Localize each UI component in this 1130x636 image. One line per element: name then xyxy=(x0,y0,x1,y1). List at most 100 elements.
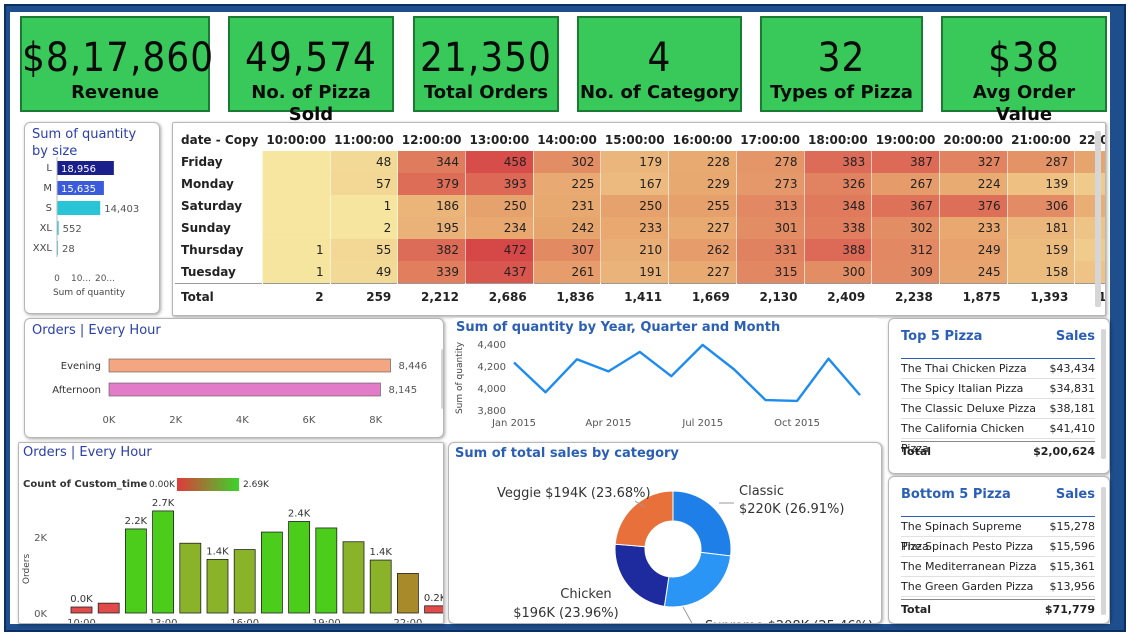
matrix-column-header[interactable]: 16:00:00 xyxy=(669,129,737,151)
matrix-scrollbar[interactable] xyxy=(1095,131,1101,307)
orders-column-svg[interactable]: Count of Custom_time 0.00K 2.69K Orders 0K 2K… xyxy=(19,463,444,624)
category-donut-panel[interactable]: Sum of total sales by category Classic $2… xyxy=(448,442,882,624)
matrix-row-label: Friday xyxy=(175,151,263,173)
matrix-corner-header[interactable]: date - Copy xyxy=(175,129,262,151)
matrix-column-header[interactable]: 22:00:00 xyxy=(1075,129,1105,151)
table-row[interactable]: Tuesday 1 49 339 437 261 191 227 315 300 309 245 158… xyxy=(175,261,1105,283)
orders-col-bar xyxy=(125,528,147,614)
matrix-cell: 224 xyxy=(939,173,1008,195)
orders-hbar-scrollbar[interactable] xyxy=(441,349,443,409)
matrix-cell: 98 xyxy=(1074,239,1105,261)
top5-scrollbar[interactable] xyxy=(1101,329,1106,459)
top5-sales-header[interactable]: Sales xyxy=(1056,329,1095,344)
heatmap-matrix-panel[interactable]: date - Copy 10:00:00 11:00:00 12:00:00 13:00… xyxy=(172,122,1106,316)
orders-hbar-svg[interactable]: Evening 8,446 Afternoon 8,145 0K 2K 4K 6K 8K xyxy=(25,339,444,438)
matrix-column-header[interactable]: 21:00:00 xyxy=(1007,129,1075,151)
bottom5-scrollbar[interactable] xyxy=(1101,487,1106,615)
matrix-header-row: date - Copy 10:00:00 11:00:00 12:00:00 13:00… xyxy=(175,129,1105,151)
orders-column-panel[interactable]: Orders | Every Hour Count of Custom_time… xyxy=(18,442,444,624)
kpi-total-orders-label: Total Orders xyxy=(423,82,549,103)
bottom5-pizza-panel[interactable]: Bottom 5 Pizza Sales The Spinach Supreme… xyxy=(888,476,1110,624)
top5-row-name: The Thai Chicken Pizza xyxy=(901,362,1027,375)
top5-total-row: Total $2,00,624 xyxy=(901,441,1095,461)
matrix-column-header[interactable]: 18:00:00 xyxy=(804,129,872,151)
matrix-column-header[interactable]: 10:00:00 xyxy=(262,129,330,151)
size-chart-svg[interactable]: L 18,956 M 15,635 S 14,403 XL 552 XXL 28 0 10... 20.… xyxy=(25,157,160,314)
matrix-cell: 48 xyxy=(330,151,399,173)
table-row[interactable]: The Classic Deluxe Pizza $38,181 xyxy=(901,399,1095,419)
matrix-cell: 307 xyxy=(533,239,602,261)
table-row[interactable]: The Green Garden Pizza $13,956 xyxy=(901,577,1095,597)
table-row[interactable]: Saturday11862502312502553133483673763062… xyxy=(175,195,1105,217)
kpi-total-orders-card[interactable]: 21,350 Total Orders xyxy=(413,16,559,112)
bottom5-sales-header[interactable]: Sales xyxy=(1056,487,1095,502)
matrix-cell xyxy=(262,195,331,217)
matrix-cell: 229 xyxy=(668,173,737,195)
matrix-column-header[interactable]: 12:00:00 xyxy=(398,129,466,151)
orders-col-x-tick: 16:00 xyxy=(230,618,259,624)
matrix-column-header[interactable]: 11:00:00 xyxy=(330,129,398,151)
matrix-cell: 300 xyxy=(804,261,873,283)
table-row[interactable]: The California Chicken Pizza $41,410 xyxy=(901,419,1095,455)
size-x-tick: 10... xyxy=(71,274,91,284)
size-value-label: 552 xyxy=(63,224,82,235)
matrix-cell: 313 xyxy=(736,195,805,217)
table-row[interactable]: The Spinach Supreme Pizza $15,278 xyxy=(901,517,1095,553)
matrix-cell: 191 xyxy=(600,261,670,283)
matrix-cell: 338 xyxy=(804,217,873,239)
table-row[interactable]: The Thai Chicken Pizza $43,434 xyxy=(901,359,1095,379)
bottom5-row-name: The Spinach Pesto Pizza xyxy=(901,540,1034,553)
table-row[interactable]: The Spicy Italian Pizza $34,831 xyxy=(901,379,1095,399)
bottom5-table: Bottom 5 Pizza Sales The Spinach Supreme… xyxy=(901,487,1095,619)
matrix-column-header[interactable]: 14:00:00 xyxy=(533,129,601,151)
matrix-cell: 105 xyxy=(1074,173,1105,195)
bottom5-title[interactable]: Bottom 5 Pizza xyxy=(901,487,1011,502)
matrix-cell: 130 xyxy=(1074,261,1105,283)
orders-hbar-panel[interactable]: Orders | Every Hour Evening 8,446 Afternoo… xyxy=(24,318,444,438)
quantity-line-panel[interactable]: Sum of quantity by Year, Quarter and Mon… xyxy=(450,318,882,440)
size-value-label: 18,956 xyxy=(61,164,96,175)
bottom5-row-name: The Spinach Supreme Pizza xyxy=(901,520,1022,553)
orders-col-y-axis-label: Orders xyxy=(22,554,32,585)
kpi-pizza-types-label: Types of Pizza xyxy=(770,82,913,103)
table-row[interactable]: Monday 5737939322516722927332626722413910… xyxy=(175,173,1105,195)
line-x-tick: Apr 2015 xyxy=(585,418,631,429)
donut-label-supreme: Supreme $208K (25.46%) xyxy=(705,619,873,624)
matrix-total-row: Total 2 259 2,212 2,686 1,836 1,411 1,669 2,130 2… xyxy=(175,282,1105,311)
top5-total-value: $2,00,624 xyxy=(1033,445,1095,458)
table-row[interactable]: The Spinach Pesto Pizza $15,596 xyxy=(901,537,1095,557)
orders-col-bar xyxy=(152,510,175,614)
orders-col-x-tick: 19:00 xyxy=(312,618,341,624)
top5-pizza-panel[interactable]: Top 5 Pizza Sales The Thai Chicken Pizza… xyxy=(888,318,1110,474)
kpi-category-card[interactable]: 4 No. of Category xyxy=(577,16,742,112)
orders-col-bar xyxy=(97,602,120,614)
matrix-column-header[interactable]: 13:00:00 xyxy=(465,129,533,151)
size-chart-panel[interactable]: Sum of quantity by size L 18,956 M 15,635 S 1… xyxy=(24,122,160,314)
quantity-line-svg[interactable]: Sum of quantity 4,400 4,200 4,000 3,800Jan 2… xyxy=(450,336,882,440)
kpi-pizza-sold-card[interactable]: 49,574 No. of Pizza Sold xyxy=(228,16,394,125)
matrix-cell: 186 xyxy=(397,195,466,217)
size-value-label: 28 xyxy=(62,244,75,255)
matrix-column-header[interactable]: 15:00:00 xyxy=(601,129,669,151)
bottom5-header: Bottom 5 Pizza Sales xyxy=(901,487,1095,517)
kpi-avg-order-card[interactable]: $38 Avg Order Value xyxy=(941,16,1107,125)
table-row[interactable]: The Mediterranean Pizza $15,361 xyxy=(901,557,1095,577)
matrix-column-header[interactable]: 19:00:00 xyxy=(872,129,940,151)
top5-row-sales: $38,181 xyxy=(1049,402,1096,415)
table-row[interactable]: Sunday2195234242233227301338302233181126… xyxy=(175,217,1105,239)
table-row[interactable]: Thursday 1 55 382 472 307 210 262 331 388 312 249 15… xyxy=(175,239,1105,261)
matrix-cell: 273 xyxy=(736,173,805,195)
matrix-cell: 383 xyxy=(804,151,873,173)
matrix-column-header[interactable]: 17:00:00 xyxy=(736,129,804,151)
orders-col-bar xyxy=(260,531,283,614)
matrix-cell: 331 xyxy=(736,239,805,261)
matrix-column-header[interactable]: 20:00:00 xyxy=(939,129,1007,151)
kpi-revenue-card[interactable]: $8,17,860 Revenue xyxy=(20,16,213,112)
top5-row-sales: $34,831 xyxy=(1049,382,1096,395)
table-row[interactable]: Friday 4834445830217922827838338732728724… xyxy=(175,151,1105,173)
kpi-pizza-types-card[interactable]: 32 Types of Pizza xyxy=(760,16,923,112)
top5-title[interactable]: Top 5 Pizza xyxy=(901,329,982,344)
size-chart-title: Sum of quantity by size xyxy=(32,127,137,159)
top5-table: Top 5 Pizza Sales The Thai Chicken Pizza… xyxy=(901,329,1095,461)
category-donut-svg[interactable]: Classic $220K (26.91%) Supreme $208K (25.4… xyxy=(449,463,882,624)
